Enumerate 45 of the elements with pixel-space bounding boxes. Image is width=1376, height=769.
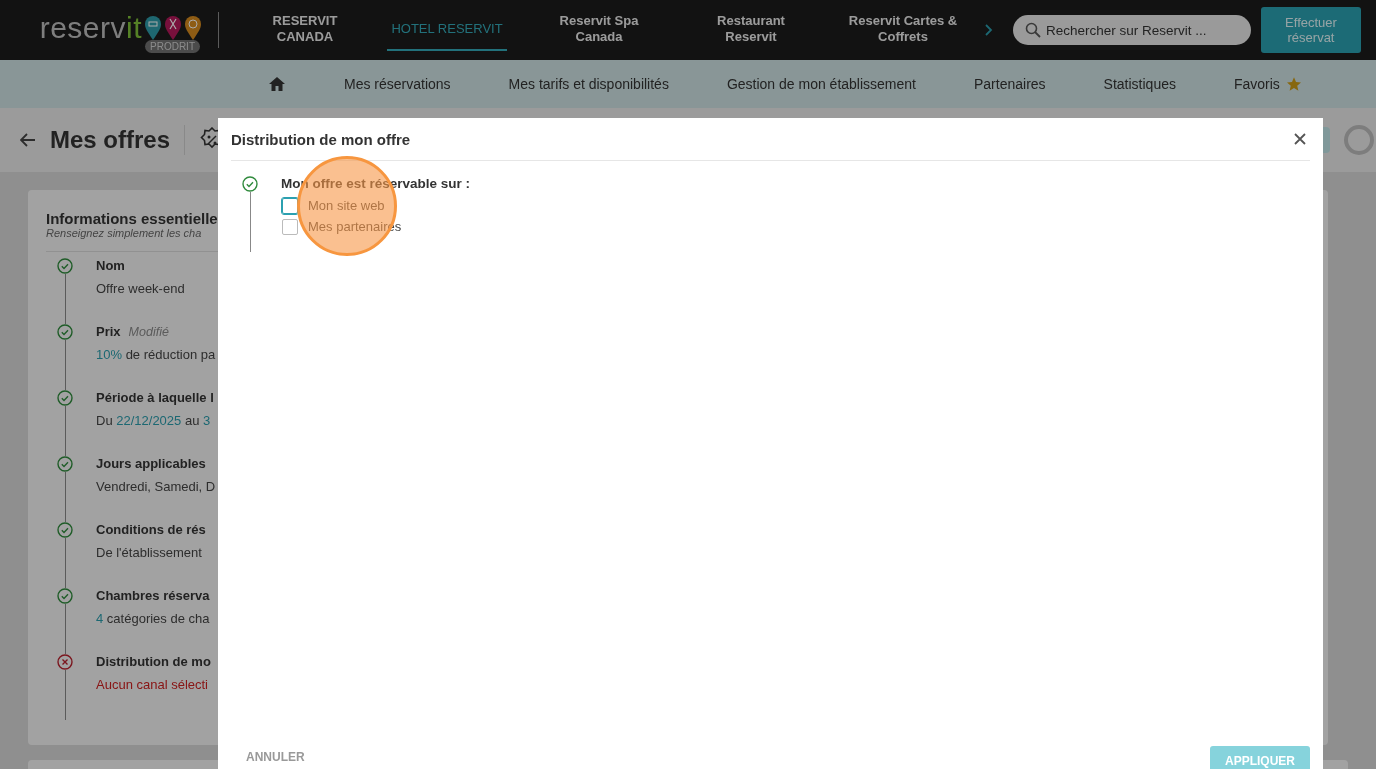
card-subtitle: Renseignez simplement les cha [46,227,202,239]
step-value: 10% de réduction pa [96,347,216,362]
step-value: Offre week-end [96,281,185,296]
toggle-icon[interactable] [1344,125,1374,155]
sub-nav-link[interactable]: Gestion de mon établissement [726,76,916,92]
back-arrow-icon[interactable] [20,133,36,147]
step-value: 4 catégories de cha [96,611,210,626]
sub-nav-link[interactable]: Mes tarifs et disponibilités [508,76,669,92]
option-label: Mon site web [308,198,385,213]
chevron-right-icon[interactable] [985,24,993,36]
sub-nav-link[interactable]: Statistiques [1103,76,1176,92]
card-title: Informations essentielle [46,210,218,227]
checkbox[interactable] [282,197,298,214]
dialog-title: Distribution de mon offre [231,130,411,148]
step-title: Jours applicables [96,456,206,471]
environment-badge: PRODRIT [145,40,200,53]
nav-tab[interactable]: Restaurant Reservit [691,9,811,51]
search-field[interactable]: Rechercher sur Reservit ... [1013,15,1251,45]
nav-tab[interactable]: Reservit Spa Canada [539,9,659,51]
star-icon [1285,76,1302,92]
step-value: Aucun canal sélecti [96,677,208,692]
checkbox[interactable] [282,218,298,235]
favorites-link[interactable]: Favoris [1233,76,1302,92]
step-title: Prix [96,324,121,339]
nav-tab[interactable]: HOTEL RESERVIT [387,9,507,51]
step-title: Chambres réserva [96,588,210,603]
close-icon[interactable] [1294,133,1306,145]
step-value: Vendredi, Samedi, D [96,479,216,494]
page-title: Mes offres [50,126,171,154]
step-value: De l'établissement [96,545,202,560]
logo-wordmark: reservit [39,13,142,43]
step-value: Du 22/12/2025 au 3 [96,413,211,428]
step-title: Conditions de rés [96,522,206,537]
sub-nav-link[interactable]: Mes réservations [344,76,451,92]
cancel-button[interactable]: ANNULER [246,746,305,764]
step-title: Période à laquelle l [96,390,214,405]
nav-tab[interactable]: RESERVIT CANADA [255,9,355,51]
search-icon [1025,22,1041,38]
step-title: Distribution de mo [96,654,211,669]
step-title: Nom [96,258,125,273]
sub-nav-link[interactable]: Partenaires [974,76,1046,92]
map-pins-icon [144,14,202,42]
modified-note: Modifié [128,325,169,339]
nav-tab[interactable]: Reservit Cartes & Coffrets [843,9,963,51]
home-icon[interactable] [268,76,286,92]
